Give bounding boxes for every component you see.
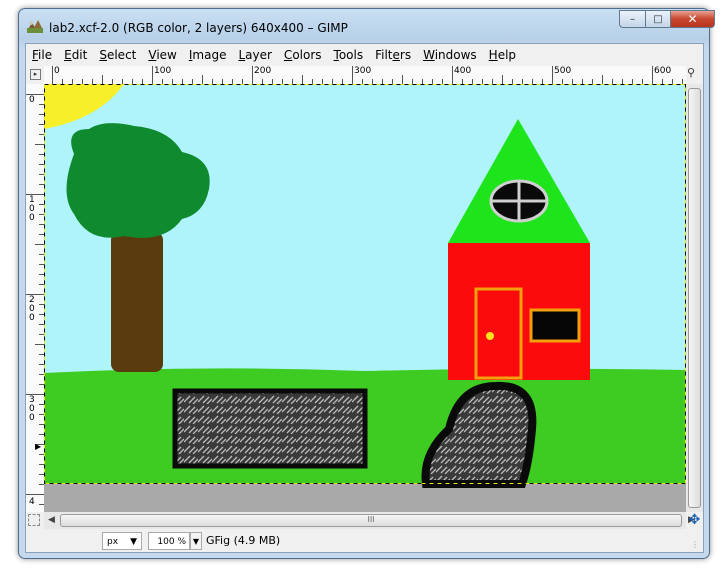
hruler-label-600: 600	[654, 66, 672, 76]
image-canvas[interactable]	[44, 84, 686, 512]
menu-windows[interactable]: Windows	[417, 48, 483, 62]
menu-layer[interactable]: Layer	[232, 48, 277, 62]
vruler-label-0: 0	[29, 95, 35, 105]
horizontal-ruler[interactable]: 0 100 200 300 400 500 600	[44, 66, 686, 85]
window-title: lab2.xcf-2.0 (RGB color, 2 layers) 640x4…	[49, 21, 348, 35]
hruler-label-300: 300	[354, 66, 372, 76]
zoom-input[interactable]: 100 %	[148, 532, 190, 550]
vruler-label-100: 100	[29, 195, 35, 223]
image-window-client: File Edit Select View Image Layer Colors…	[25, 43, 704, 553]
menu-edit[interactable]: Edit	[58, 48, 93, 62]
hruler-label-400: 400	[454, 66, 472, 76]
minimize-button[interactable]: –	[619, 10, 646, 28]
menu-help[interactable]: Help	[483, 48, 522, 62]
zoom-dropdown-button[interactable]: ▼	[190, 532, 202, 550]
house-window	[529, 308, 581, 343]
zoom-value: 100 %	[157, 537, 186, 547]
menu-arrow-icon: ▸	[30, 69, 41, 80]
menu-tools[interactable]: Tools	[328, 48, 370, 62]
close-icon: ✕	[687, 12, 698, 26]
menu-filters[interactable]: Filters	[369, 48, 417, 62]
status-bar: px ▼ 100 % ▼ GFig (4.9 MB) ⋮	[26, 530, 703, 552]
title-bar[interactable]: lab2.xcf-2.0 (RGB color, 2 layers) 640x4…	[19, 9, 715, 43]
minimize-icon: –	[630, 13, 635, 25]
gimp-window: lab2.xcf-2.0 (RGB color, 2 layers) 640x4…	[18, 8, 715, 559]
vruler-label-300: 300	[29, 395, 35, 423]
maximize-icon: □	[653, 13, 663, 25]
navigate-button[interactable]: ✥	[686, 512, 703, 529]
vruler-label-400: 4	[29, 497, 35, 507]
layer-boundary-marker-icon: ▶	[35, 442, 42, 451]
rock-slab	[172, 388, 368, 469]
menu-colors[interactable]: Colors	[278, 48, 328, 62]
hruler-label-100: 100	[154, 66, 172, 76]
menu-arrow-button[interactable]: ▸	[26, 66, 44, 84]
scrollbar-grip-icon: III	[367, 515, 375, 524]
chevron-down-icon: ▼	[130, 537, 137, 547]
quick-mask-toggle[interactable]	[28, 514, 40, 526]
unit-selector[interactable]: px ▼	[102, 532, 142, 550]
resize-grip-icon[interactable]: ⋮	[691, 540, 701, 550]
vertical-scrollbar-thumb[interactable]	[688, 88, 701, 508]
magnifier-icon: ⚲	[687, 66, 696, 79]
hruler-label-0: 0	[54, 66, 60, 76]
close-button[interactable]: ✕	[670, 10, 715, 28]
gimp-icon	[27, 20, 43, 33]
house-door	[474, 287, 523, 380]
hruler-label-200: 200	[254, 66, 272, 76]
unit-value: px	[107, 537, 119, 547]
vertical-scrollbar[interactable]	[686, 84, 703, 512]
menu-file[interactable]: File	[26, 48, 58, 62]
scroll-left-icon[interactable]: ◀	[48, 515, 55, 525]
vertical-ruler[interactable]: 0 100 200 300 4 ▶	[26, 84, 45, 512]
tree-trunk	[111, 232, 163, 372]
maximize-button[interactable]: □	[645, 10, 671, 28]
status-message: GFig (4.9 MB)	[206, 534, 281, 547]
menu-select[interactable]: Select	[93, 48, 142, 62]
chevron-down-icon: ▼	[192, 537, 200, 546]
canvas-area[interactable]	[44, 84, 686, 512]
hruler-label-500: 500	[554, 66, 572, 76]
menu-view[interactable]: View	[142, 48, 182, 62]
navigate-icon: ✥	[688, 512, 701, 528]
vruler-label-200: 200	[29, 295, 35, 323]
horizontal-scrollbar[interactable]: ◀ III ▶	[44, 512, 695, 529]
zoom-image-button[interactable]: ⚲	[687, 66, 703, 84]
menu-image[interactable]: Image	[183, 48, 233, 62]
door-knob	[486, 332, 494, 340]
horizontal-scrollbar-thumb[interactable]: III	[60, 514, 682, 527]
menu-bar: File Edit Select View Image Layer Colors…	[26, 44, 703, 66]
